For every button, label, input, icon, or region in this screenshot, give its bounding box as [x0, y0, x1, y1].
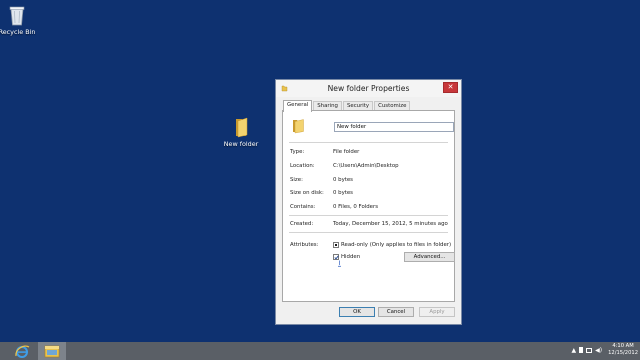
- divider: [289, 232, 448, 233]
- type-value: File folder: [333, 149, 360, 155]
- advanced-button[interactable]: Advanced...: [404, 252, 455, 262]
- divider: [289, 142, 448, 143]
- readonly-checkbox[interactable]: [333, 242, 339, 248]
- location-label: Location:: [290, 163, 315, 169]
- folder-icon: [236, 117, 248, 138]
- taskbar-internet-explorer[interactable]: [10, 342, 34, 360]
- desktop-icon-new-folder[interactable]: New folder: [223, 116, 259, 148]
- location-value: C:\Users\Admin\Desktop: [333, 163, 399, 169]
- arrow-up-icon[interactable]: ▲: [572, 347, 577, 354]
- close-button[interactable]: ✕: [443, 82, 458, 93]
- readonly-label: Read-only (Only applies to files in fold…: [341, 242, 452, 248]
- taskbar-file-explorer[interactable]: [38, 342, 66, 360]
- clock-date: 12/15/2012: [608, 350, 638, 356]
- folder-name-input[interactable]: [334, 122, 454, 132]
- new-folder-label: New folder: [223, 140, 259, 148]
- taskbar: ▲ ◀) 4:10 AM 12/15/2012: [0, 342, 640, 360]
- system-tray: ▲ ◀) 4:10 AM 12/15/2012: [572, 343, 639, 357]
- divider: [289, 215, 448, 216]
- dialog-title: New folder Properties: [327, 84, 410, 93]
- apply-button[interactable]: Apply: [419, 307, 455, 317]
- flag-icon[interactable]: [579, 347, 584, 353]
- type-label: Type:: [290, 149, 305, 155]
- general-panel: Type: File folder Location: C:\Users\Adm…: [282, 110, 455, 302]
- clock-time: 4:10 AM: [612, 343, 634, 349]
- size-on-disk-value: 0 bytes: [333, 190, 353, 196]
- file-explorer-icon: [44, 345, 60, 358]
- folder-icon: [293, 119, 304, 134]
- properties-dialog: New folder Properties ✕ General Sharing …: [275, 79, 462, 325]
- size-value: 0 bytes: [333, 177, 353, 183]
- attributes-label: Attributes:: [290, 242, 319, 248]
- tab-general[interactable]: General: [283, 100, 313, 112]
- recycle-bin-label: Recycle Bin: [0, 28, 36, 36]
- size-on-disk-label: Size on disk:: [290, 190, 324, 196]
- indeterminate-mark-icon: [335, 244, 337, 246]
- created-label: Created:: [290, 221, 314, 227]
- recycle-bin-icon: [9, 6, 25, 26]
- contains-value: 0 Files, 0 Folders: [333, 204, 379, 210]
- taskbar-clock[interactable]: 4:10 AM 12/15/2012: [608, 343, 638, 357]
- display-icon[interactable]: [586, 347, 593, 353]
- ok-button[interactable]: OK: [339, 307, 375, 317]
- internet-explorer-icon: [15, 345, 30, 358]
- contains-label: Contains:: [290, 204, 316, 210]
- hidden-label: Hidden: [341, 254, 361, 260]
- desktop-icon-recycle-bin[interactable]: Recycle Bin: [0, 4, 36, 36]
- cancel-button[interactable]: Cancel: [378, 307, 414, 317]
- size-label: Size:: [290, 177, 303, 183]
- created-value: Today, December 15, 2012, 5 minutes ago: [333, 221, 448, 227]
- close-icon: ✕: [447, 83, 454, 91]
- dialog-titlebar[interactable]: New folder Properties ✕: [276, 80, 461, 97]
- mouse-cursor-icon: [338, 260, 341, 267]
- speaker-icon[interactable]: ◀): [595, 347, 602, 354]
